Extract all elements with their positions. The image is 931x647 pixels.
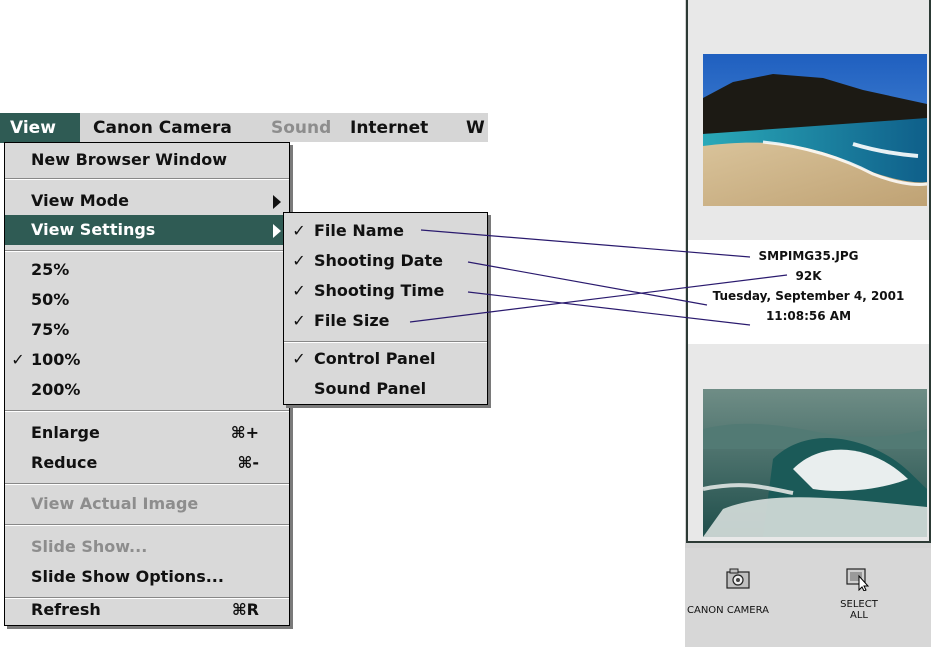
callout-line-shooting-date bbox=[467, 261, 708, 306]
menu-canon-camera[interactable]: Canon Camera bbox=[93, 113, 232, 143]
thumbnail-cell[interactable] bbox=[691, 3, 929, 237]
menu-item-refresh[interactable]: Refresh ⌘R bbox=[5, 595, 289, 625]
info-shooting-date: Tuesday, September 4, 2001 bbox=[712, 289, 905, 303]
menu-separator bbox=[5, 410, 289, 412]
image-info-cell: SMPIMG35.JPG 92K Tuesday, September 4, 2… bbox=[688, 240, 929, 344]
submenu-item-shooting-date[interactable]: ✓ Shooting Date bbox=[284, 246, 487, 276]
select-all-label[interactable]: SELECT ALL bbox=[831, 599, 887, 621]
sound-panel-label: Sound Panel bbox=[314, 379, 427, 398]
reduce-label: Reduce bbox=[31, 453, 98, 472]
menu-item-zoom-50[interactable]: 50% bbox=[5, 285, 289, 315]
zoom-label: 75% bbox=[31, 320, 70, 339]
submenu-item-sound-panel[interactable]: Sound Panel bbox=[284, 374, 487, 404]
enlarge-label: Enlarge bbox=[31, 423, 100, 442]
menu-item-new-browser-window[interactable]: New Browser Window bbox=[5, 145, 289, 175]
check-mark-icon: ✓ bbox=[292, 311, 306, 330]
zoom-label: 25% bbox=[31, 260, 70, 279]
view-settings-label: View Settings bbox=[31, 220, 156, 239]
submenu-item-file-name[interactable]: ✓ File Name bbox=[284, 216, 487, 246]
file-size-label: File Size bbox=[314, 311, 390, 330]
menu-separator bbox=[5, 178, 289, 180]
zoom-label: 50% bbox=[31, 290, 70, 309]
menu-item-zoom-25[interactable]: 25% bbox=[5, 255, 289, 285]
check-mark-icon: ✓ bbox=[292, 281, 306, 300]
menu-item-enlarge[interactable]: Enlarge ⌘+ bbox=[5, 418, 289, 448]
image-browser: SMPIMG35.JPG 92K Tuesday, September 4, 2… bbox=[686, 0, 931, 543]
menu-bar: View Canon Camera Sound Internet W bbox=[0, 112, 488, 143]
refresh-shortcut: ⌘R bbox=[231, 600, 259, 619]
camera-icon[interactable] bbox=[726, 568, 750, 590]
refresh-label: Refresh bbox=[31, 600, 101, 619]
reduce-shortcut: ⌘- bbox=[237, 453, 259, 472]
menu-sound[interactable]: Sound bbox=[271, 113, 331, 143]
file-name-label: File Name bbox=[314, 221, 405, 240]
wave-thumbnail[interactable] bbox=[703, 389, 927, 537]
menu-item-zoom-200[interactable]: 200% bbox=[5, 375, 289, 405]
check-mark-icon: ✓ bbox=[292, 221, 306, 240]
new-browser-window-label: New Browser Window bbox=[31, 150, 228, 169]
submenu-arrow-icon bbox=[273, 224, 281, 238]
shooting-date-label: Shooting Date bbox=[314, 251, 444, 270]
select-all-line2: ALL bbox=[850, 610, 868, 621]
check-mark-icon: ✓ bbox=[292, 251, 306, 270]
browser-toolbar: CANON CAMERA SELECT ALL bbox=[685, 548, 931, 647]
control-panel-label: Control Panel bbox=[314, 349, 436, 368]
info-file-size: 92K bbox=[795, 269, 822, 283]
menu-item-view-mode[interactable]: View Mode bbox=[5, 186, 289, 216]
info-file-name: SMPIMG35.JPG bbox=[758, 249, 859, 263]
menu-separator bbox=[284, 341, 487, 343]
beach-thumbnail[interactable] bbox=[703, 54, 927, 206]
menu-view[interactable]: View bbox=[0, 113, 80, 143]
select-all-icon[interactable] bbox=[846, 567, 872, 591]
submenu-item-file-size[interactable]: ✓ File Size bbox=[284, 306, 487, 336]
select-all-line1: SELECT bbox=[840, 599, 878, 610]
view-mode-label: View Mode bbox=[31, 191, 130, 210]
submenu-item-shooting-time[interactable]: ✓ Shooting Time bbox=[284, 276, 487, 306]
view-menu: New Browser Window View Mode View Settin… bbox=[4, 142, 290, 626]
view-settings-submenu: ✓ File Name ✓ Shooting Date ✓ Shooting Time… bbox=[283, 212, 488, 405]
check-mark-icon: ✓ bbox=[11, 350, 25, 369]
check-mark-icon: ✓ bbox=[292, 349, 306, 368]
menu-item-reduce[interactable]: Reduce ⌘- bbox=[5, 448, 289, 478]
menu-item-slide-show-options[interactable]: Slide Show Options... bbox=[5, 562, 289, 592]
enlarge-shortcut: ⌘+ bbox=[230, 423, 259, 442]
slide-show-options-label: Slide Show Options... bbox=[31, 567, 224, 586]
menu-item-slide-show[interactable]: Slide Show... bbox=[5, 532, 289, 562]
submenu-arrow-icon bbox=[273, 195, 281, 209]
slide-show-label: Slide Show... bbox=[31, 537, 148, 556]
menu-item-view-actual-image[interactable]: View Actual Image bbox=[5, 489, 289, 519]
menu-internet[interactable]: Internet bbox=[350, 113, 428, 143]
zoom-label: 100% bbox=[31, 350, 81, 369]
canon-camera-label[interactable]: CANON CAMERA bbox=[687, 605, 769, 616]
menu-separator bbox=[5, 483, 289, 485]
shooting-time-label: Shooting Time bbox=[314, 281, 445, 300]
zoom-label: 200% bbox=[31, 380, 81, 399]
info-shooting-time: 11:08:56 AM bbox=[765, 309, 852, 323]
menu-item-zoom-100[interactable]: ✓ 100% bbox=[5, 345, 289, 375]
view-actual-image-label: View Actual Image bbox=[31, 494, 199, 513]
menu-item-view-settings[interactable]: View Settings bbox=[5, 215, 289, 245]
menu-item-zoom-75[interactable]: 75% bbox=[5, 315, 289, 345]
thumbnail-cell[interactable] bbox=[691, 345, 929, 541]
menu-separator bbox=[5, 524, 289, 526]
menu-window[interactable]: W bbox=[466, 113, 485, 143]
submenu-item-control-panel[interactable]: ✓ Control Panel bbox=[284, 344, 487, 374]
menu-separator bbox=[5, 250, 289, 252]
